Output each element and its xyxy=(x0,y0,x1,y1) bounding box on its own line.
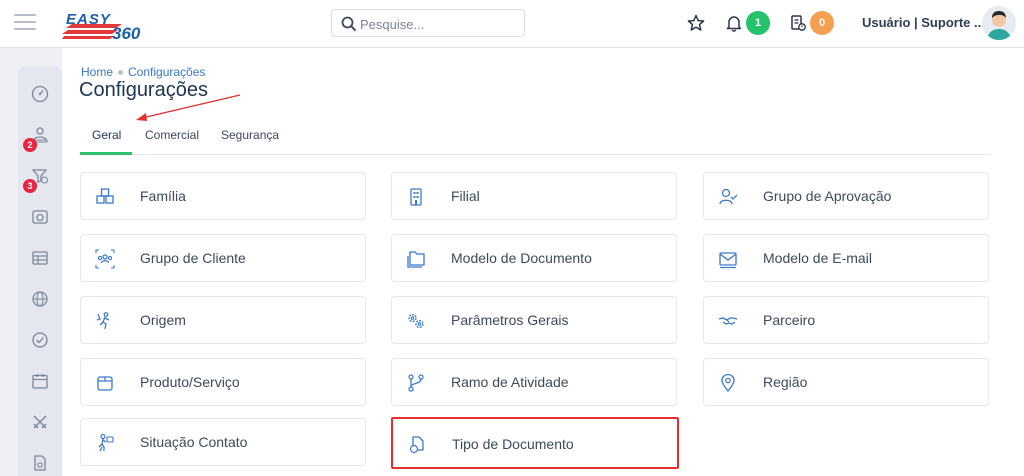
notifications-badge[interactable]: 1 xyxy=(746,11,770,35)
logo-number: 360 xyxy=(112,24,141,43)
card-produto-servico[interactable]: Produto/Serviço xyxy=(80,358,366,406)
card-modelo-documento[interactable]: Modelo de Documento xyxy=(391,234,677,282)
card-origem[interactable]: Origem xyxy=(80,296,366,344)
card-label: Grupo de Cliente xyxy=(140,250,246,266)
document-type-icon xyxy=(409,436,424,454)
annotation-arrow xyxy=(136,94,241,121)
card-label: Situação Contato xyxy=(140,434,248,450)
logo-word: EASY xyxy=(66,11,111,28)
card-label: Parâmetros Gerais xyxy=(451,312,569,328)
gears-icon xyxy=(408,313,424,329)
branch-icon xyxy=(408,374,424,392)
building-icon xyxy=(410,188,422,206)
person-status-icon xyxy=(98,433,114,452)
boxes-icon xyxy=(96,188,114,204)
card-label: Origem xyxy=(140,312,186,328)
search-icon xyxy=(341,16,357,32)
breadcrumb-current[interactable]: Configurações xyxy=(128,65,205,79)
check-circle-icon[interactable] xyxy=(31,331,49,349)
card-label: Filial xyxy=(451,188,480,204)
group-icon xyxy=(95,249,115,269)
card-situacao-contato[interactable]: Situação Contato xyxy=(80,418,366,466)
star-icon[interactable] xyxy=(687,14,705,32)
card-label: Família xyxy=(140,188,186,204)
swords-icon[interactable] xyxy=(31,413,49,431)
folder-icon xyxy=(407,251,425,268)
avatar-image xyxy=(982,6,1016,40)
card-parametros-gerais[interactable]: Parâmetros Gerais xyxy=(391,296,677,344)
card-label: Grupo de Aprovação xyxy=(763,188,892,204)
card-label: Parceiro xyxy=(763,312,816,328)
tasks-icon[interactable] xyxy=(789,14,807,32)
document-icon[interactable] xyxy=(31,454,49,472)
table-icon[interactable] xyxy=(31,249,49,267)
handshake-icon xyxy=(718,317,738,325)
box-icon xyxy=(97,376,113,391)
map-pin-icon xyxy=(721,373,735,393)
sidebar: 2 3 xyxy=(18,66,62,476)
active-tab-indicator xyxy=(80,152,132,155)
tasks-badge[interactable]: 0 xyxy=(810,11,834,35)
card-tipo-documento[interactable]: Tipo de Documento xyxy=(391,417,679,469)
breadcrumb-separator xyxy=(118,70,124,76)
globe-icon[interactable] xyxy=(31,290,49,308)
card-parceiro[interactable]: Parceiro xyxy=(703,296,989,344)
card-modelo-email[interactable]: Modelo de E-mail xyxy=(703,234,989,282)
search-box[interactable] xyxy=(331,9,525,37)
card-grupo-aprovacao[interactable]: Grupo de Aprovação xyxy=(703,172,989,220)
card-label: Tipo de Documento xyxy=(452,436,574,452)
origin-icon xyxy=(96,312,110,330)
tab-seguranca[interactable]: Segurança xyxy=(221,128,279,142)
card-filial[interactable]: Filial xyxy=(391,172,677,220)
card-label: Modelo de Documento xyxy=(451,250,592,266)
card-ramo-atividade[interactable]: Ramo de Atividade xyxy=(391,358,677,406)
card-regiao[interactable]: Região xyxy=(703,358,989,406)
camera-icon[interactable] xyxy=(31,208,49,226)
card-label: Região xyxy=(763,374,808,390)
card-label: Modelo de E-mail xyxy=(763,250,872,266)
breadcrumb-home[interactable]: Home xyxy=(81,65,113,79)
user-name[interactable]: Usuário | Suporte ... xyxy=(862,15,985,30)
breadcrumb: Home Configurações xyxy=(81,65,205,79)
card-label: Ramo de Atividade xyxy=(451,374,569,390)
logo[interactable]: EASY 360 xyxy=(60,8,155,44)
search-input[interactable] xyxy=(360,14,520,34)
bell-icon[interactable] xyxy=(725,14,743,32)
user-check-icon xyxy=(719,188,738,205)
main-content: Home Configurações Configurações Geral Co… xyxy=(62,48,1024,476)
calendar-icon[interactable] xyxy=(31,372,49,390)
top-bar: EASY 360 1 0 Usuário | Suporte ... xyxy=(0,0,1024,48)
mail-icon xyxy=(719,252,737,269)
sidebar-badge: 3 xyxy=(23,179,37,193)
card-grupo-cliente[interactable]: Grupo de Cliente xyxy=(80,234,366,282)
avatar[interactable] xyxy=(982,6,1016,40)
card-familia[interactable]: Família xyxy=(80,172,366,220)
sidebar-badge: 2 xyxy=(23,138,37,152)
menu-icon[interactable] xyxy=(14,14,36,32)
tab-geral[interactable]: Geral xyxy=(92,128,121,142)
dashboard-icon[interactable] xyxy=(31,85,49,103)
card-label: Produto/Serviço xyxy=(140,374,240,390)
tab-comercial[interactable]: Comercial xyxy=(145,128,199,142)
